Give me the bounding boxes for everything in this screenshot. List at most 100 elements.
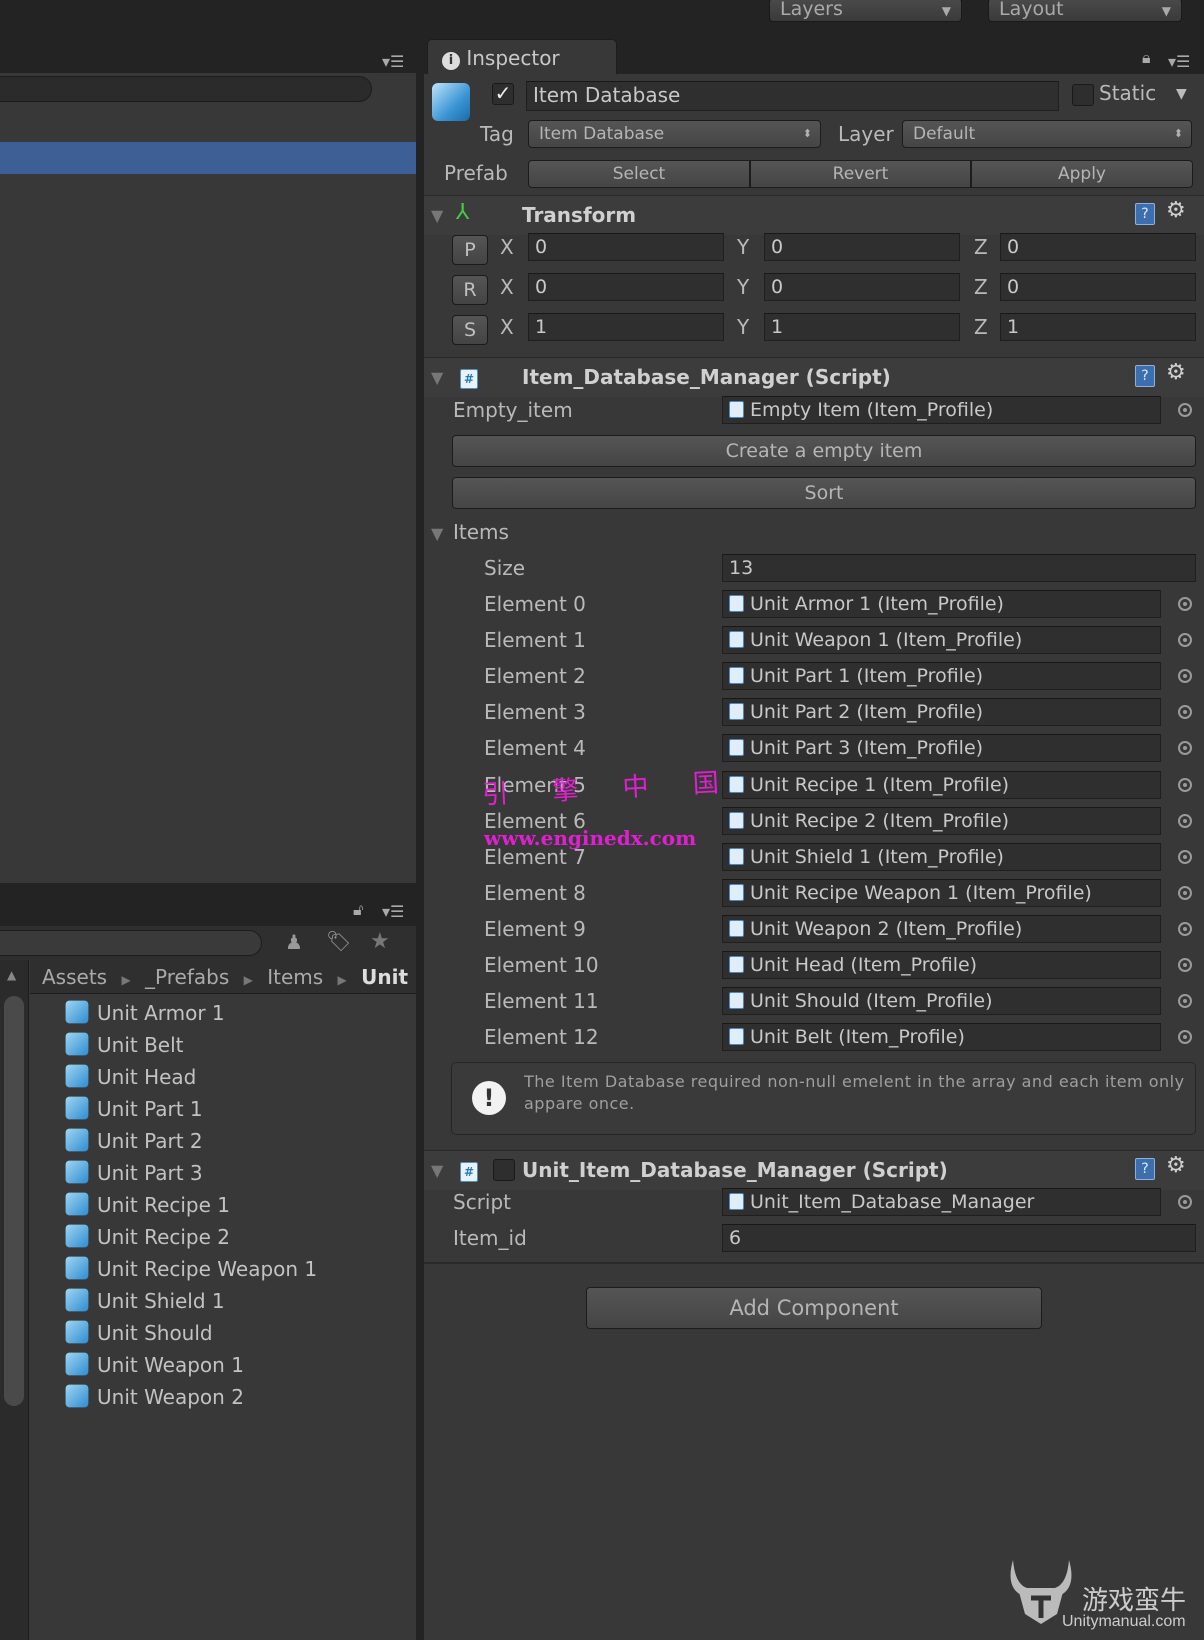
project-item[interactable]: Unit Shield 1 [65, 1288, 225, 1313]
project-item[interactable]: Unit Part 2 [65, 1128, 203, 1153]
project-search-input[interactable] [0, 930, 262, 956]
object-picker-icon[interactable] [1178, 849, 1192, 864]
scroll-thumb[interactable] [4, 996, 24, 1406]
gear-icon[interactable]: ⚙ [1166, 1153, 1186, 1178]
lock-icon[interactable]: 🔓︎ [353, 900, 363, 920]
transform-x-field[interactable]: 1 [528, 313, 724, 341]
foldout-icon[interactable]: ▼ [431, 524, 443, 543]
transform-x-field[interactable]: 0 [528, 273, 724, 301]
foldout-icon[interactable]: ▼ [431, 206, 443, 225]
breadcrumb-item[interactable]: _Prefabs [145, 965, 229, 989]
transform-x-field[interactable]: 0 [528, 233, 724, 261]
foldout-icon[interactable]: ▼ [431, 1161, 443, 1180]
layers-dropdown[interactable]: Layers ▼ [769, 0, 962, 22]
star-icon[interactable]: ★ [370, 929, 390, 954]
element-field[interactable]: Unit Should (Item_Profile) [722, 987, 1161, 1016]
tab-inspector[interactable]: i Inspector [427, 39, 617, 75]
element-field[interactable]: Unit Weapon 2 (Item_Profile) [722, 914, 1161, 943]
project-item[interactable]: Unit Part 3 [65, 1160, 203, 1185]
scrollbar[interactable]: ▲ [0, 960, 29, 1640]
empty-item-field[interactable]: Empty Item (Item_Profile) [722, 396, 1161, 424]
layer-dropdown[interactable]: Default ⬍ [902, 120, 1192, 148]
element-field[interactable]: Unit Belt (Item_Profile) [722, 1023, 1161, 1052]
element-field[interactable]: Unit Recipe 2 (Item_Profile) [722, 806, 1161, 835]
breadcrumb-item[interactable]: Unit [361, 965, 408, 989]
prefab-select-button[interactable]: Select [528, 160, 750, 188]
project-item[interactable]: Unit Part 1 [65, 1096, 203, 1121]
transform-z-field[interactable]: 0 [1000, 273, 1196, 301]
help-icon[interactable]: ? [1135, 203, 1155, 225]
breadcrumb-item[interactable]: Items [267, 965, 323, 989]
breadcrumb-item[interactable]: Assets [42, 965, 107, 989]
transform-z-field[interactable]: 0 [1000, 233, 1196, 261]
element-field[interactable]: Unit Part 3 (Item_Profile) [722, 734, 1161, 763]
script-field[interactable]: Unit_Item_Database_Manager [722, 1188, 1161, 1216]
active-checkbox[interactable]: ✓ [492, 83, 514, 105]
prefab-revert-button[interactable]: Revert [750, 160, 971, 188]
element-field[interactable]: Unit Part 2 (Item_Profile) [722, 698, 1161, 727]
tag-dropdown[interactable]: Item Database ⬍ [528, 120, 821, 148]
project-item[interactable]: Unit Head [65, 1064, 196, 1089]
static-checkbox[interactable] [1072, 84, 1094, 106]
project-item[interactable]: Unit Recipe Weapon 1 [65, 1256, 317, 1281]
help-text: The Item Database required non-null emel… [524, 1072, 1185, 1113]
item-id-field[interactable]: 6 [722, 1224, 1196, 1252]
element-field[interactable]: Unit Armor 1 (Item_Profile) [722, 590, 1161, 618]
transform-p-button[interactable]: P [452, 235, 488, 265]
transform-y-field[interactable]: 0 [764, 273, 960, 301]
panel-menu-icon[interactable]: ▾☰ [382, 52, 404, 71]
element-field[interactable]: Unit Part 1 (Item_Profile) [722, 662, 1161, 691]
foldout-icon[interactable]: ▼ [431, 368, 443, 387]
static-dropdown-icon[interactable]: ▼ [1176, 86, 1187, 102]
filter-type-icon[interactable]: ♟ [285, 930, 303, 954]
panel-menu-icon[interactable]: ▾☰ [382, 902, 404, 921]
transform-y-field[interactable]: 1 [764, 313, 960, 341]
project-item[interactable]: Unit Should [65, 1320, 213, 1345]
object-picker-icon[interactable] [1178, 597, 1192, 611]
enabled-checkbox[interactable] [493, 1159, 515, 1181]
name-field[interactable]: Item Database [526, 81, 1059, 111]
help-icon[interactable]: ? [1135, 365, 1155, 387]
empty-item-label: Empty_item [453, 398, 573, 422]
element-field[interactable]: Unit Recipe Weapon 1 (Item_Profile) [722, 878, 1161, 907]
project-item[interactable]: Unit Recipe 2 [65, 1224, 230, 1249]
prefab-apply-button[interactable]: Apply [971, 160, 1193, 188]
hierarchy-search-input[interactable] [0, 76, 372, 102]
create-empty-item-button[interactable]: Create a empty item [452, 435, 1196, 467]
scroll-up-icon[interactable]: ▲ [7, 968, 16, 982]
transform-r-button[interactable]: R [452, 275, 488, 305]
object-picker-icon[interactable] [1178, 813, 1192, 828]
add-component-button[interactable]: Add Component [586, 1287, 1042, 1329]
gear-icon[interactable]: ⚙ [1166, 360, 1186, 385]
project-item[interactable]: Unit Weapon 1 [65, 1352, 244, 1377]
project-item[interactable]: Unit Armor 1 [65, 1000, 225, 1025]
gear-icon[interactable]: ⚙ [1166, 198, 1186, 223]
transform-y-field[interactable]: 0 [764, 233, 960, 261]
object-picker-icon[interactable] [1178, 1195, 1192, 1209]
object-picker-icon[interactable] [1178, 633, 1192, 648]
project-item[interactable]: Unit Recipe 1 [65, 1192, 230, 1217]
project-item[interactable]: Unit Weapon 2 [65, 1384, 244, 1409]
hierarchy-selected-row[interactable] [0, 142, 416, 174]
csharp-script-icon: # [460, 1159, 478, 1182]
tag-icon[interactable]: 🏷︎ [326, 929, 351, 953]
transform-s-button[interactable]: S [452, 315, 488, 345]
panel-menu-icon[interactable]: ▾☰ [1168, 52, 1190, 71]
object-picker-icon[interactable] [1178, 885, 1192, 900]
element-field[interactable]: Unit Head (Item_Profile) [722, 951, 1161, 979]
project-item[interactable]: Unit Belt [65, 1032, 184, 1057]
element-field[interactable]: Unit Weapon 1 (Item_Profile) [722, 626, 1161, 655]
object-picker-icon[interactable] [1178, 921, 1192, 936]
lock-icon[interactable]: 🔒︎ [1142, 48, 1151, 68]
element-field[interactable]: Unit Shield 1 (Item_Profile) [722, 842, 1161, 871]
element-field[interactable]: Unit Recipe 1 (Item_Profile) [722, 770, 1161, 799]
sort-button[interactable]: Sort [452, 477, 1196, 509]
layout-dropdown[interactable]: Layout ▼ [988, 0, 1182, 22]
transform-z-field[interactable]: 1 [1000, 313, 1196, 341]
object-picker-icon[interactable] [1178, 403, 1192, 417]
object-picker-icon[interactable] [1178, 958, 1192, 972]
object-picker-icon[interactable] [1178, 994, 1192, 1009]
size-field[interactable]: 13 [722, 554, 1196, 582]
object-picker-icon[interactable] [1178, 777, 1192, 792]
help-icon[interactable]: ? [1135, 1158, 1155, 1180]
